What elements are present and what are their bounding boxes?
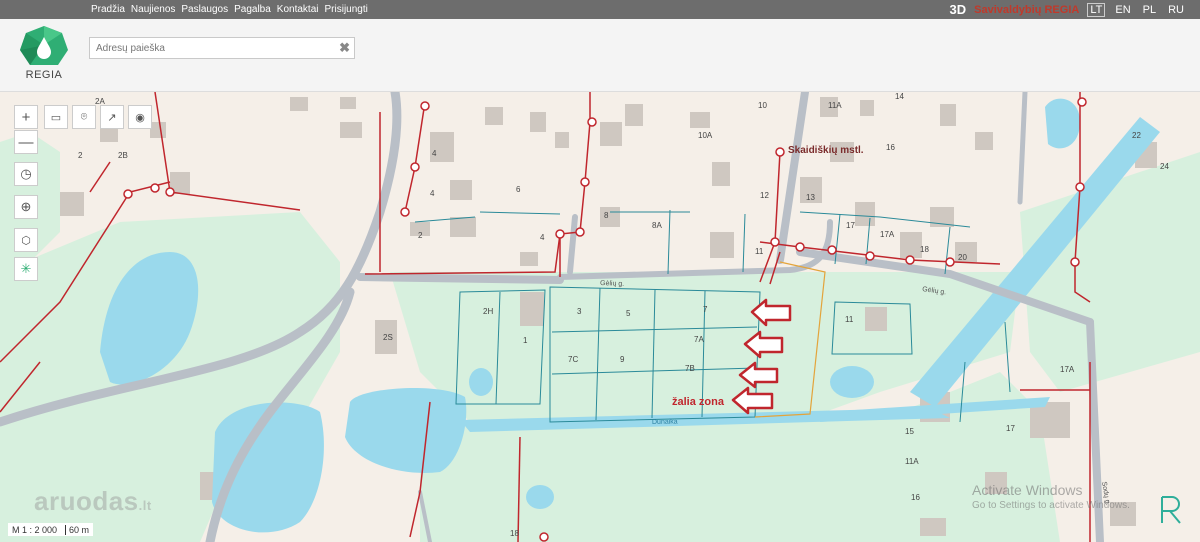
map-svg: 2A 2 2B 4 4 2 4 6 8 8A 10 10A 11 11A 12 … bbox=[0, 92, 1200, 542]
plot-7a-label: 7C bbox=[568, 355, 578, 364]
plot-7c-label: 5 bbox=[626, 309, 631, 318]
plot-4-label: 4 bbox=[430, 189, 435, 198]
plot-9-label: 7 bbox=[703, 305, 708, 314]
plot-19-label: 16 bbox=[911, 493, 920, 502]
plot-3-label: 2H bbox=[483, 307, 493, 316]
label-skaidiskiu: Skaidiškių mstl. bbox=[788, 145, 864, 156]
3d-button[interactable]: 3D bbox=[950, 2, 967, 17]
plot-2-north-label: 4 bbox=[432, 149, 437, 158]
locate-icon[interactable]: ⊕ bbox=[14, 195, 38, 219]
plot-2b-label: 2B bbox=[118, 151, 128, 160]
measure-icon[interactable]: ▭ bbox=[44, 105, 68, 129]
plot-10-label: 8 bbox=[604, 211, 609, 220]
header: REGIA ✖ bbox=[0, 19, 1200, 92]
search-clear-icon[interactable]: ✖ bbox=[339, 40, 350, 56]
polygon-icon[interactable]: ⬡ bbox=[14, 228, 38, 252]
plot-17-label: 14 bbox=[895, 92, 904, 101]
plot-5-label: 1 bbox=[523, 336, 528, 345]
regia-r-icon bbox=[1161, 496, 1181, 524]
plot-12-label: 11 bbox=[755, 247, 764, 256]
target-icon[interactable]: ◉ bbox=[128, 105, 152, 129]
plot-20-label: 17A bbox=[880, 230, 895, 239]
plot-17-south-label: 11A bbox=[905, 457, 919, 466]
plot-2s-label: 22 bbox=[1132, 131, 1141, 140]
plot-1f-label: 18 bbox=[510, 529, 519, 538]
zoom-out-button[interactable]: — bbox=[14, 130, 38, 154]
nav-item-naujienos[interactable]: Naujienos bbox=[131, 4, 175, 15]
logo-text: REGIA bbox=[25, 69, 63, 81]
layers-icon[interactable]: ✳ bbox=[14, 257, 38, 281]
plot-10a-label: 8A bbox=[652, 221, 662, 230]
plot-2-label: 2 bbox=[78, 151, 83, 160]
share-icon[interactable]: ↗ bbox=[100, 105, 124, 129]
plot-7b-label: 9 bbox=[620, 355, 625, 364]
plot-18-label: 17 bbox=[846, 221, 855, 230]
plot-16-label: 13 bbox=[806, 193, 815, 202]
plot-22-label: 18 bbox=[920, 245, 929, 254]
map-canvas[interactable]: 2A 2 2B 4 4 2 4 6 8 8A 10 10A 11 11A 12 … bbox=[0, 92, 1200, 542]
plot-6-label: 2 bbox=[418, 231, 423, 240]
plot-1-label: 2S bbox=[383, 333, 393, 342]
regia-logo[interactable]: REGIA bbox=[18, 25, 70, 87]
compass-icon[interactable]: ◷ bbox=[14, 162, 38, 186]
map-scale: M 1 : 2 000 60 m bbox=[8, 523, 94, 536]
plot-17a-label: 16 bbox=[886, 143, 895, 152]
plot-14-label: 12 bbox=[760, 191, 769, 200]
scale-ratio: M 1 : 2 000 bbox=[12, 524, 58, 535]
activate-windows-notice: Activate Windows Go to Settings to activ… bbox=[972, 482, 1130, 511]
location-pin-icon[interactable]: ⌾ bbox=[72, 105, 96, 129]
plot-16-south-label: 17 bbox=[1006, 424, 1015, 433]
main-nav: Pradžia Naujienos Paslaugos Pagalba Kont… bbox=[91, 0, 368, 19]
plot-11a-label: 10A bbox=[698, 131, 713, 140]
label-geliu-west: Gėlių g. bbox=[600, 280, 624, 288]
zoom-in-button[interactable]: + bbox=[14, 105, 38, 129]
lang-pl[interactable]: PL bbox=[1141, 4, 1158, 16]
label-dunaika: Dunaika bbox=[652, 419, 678, 426]
plot-11-south-label: 7A bbox=[694, 335, 704, 344]
plot-11a-south-label: 7B bbox=[685, 364, 695, 373]
brand-link[interactable]: Savivaldybių REGIA bbox=[974, 4, 1079, 16]
nav-item-kontaktai[interactable]: Kontaktai bbox=[277, 4, 319, 15]
address-search-input[interactable] bbox=[90, 38, 342, 59]
lang-lt[interactable]: LT bbox=[1087, 2, 1106, 17]
address-search: ✖ bbox=[89, 37, 355, 59]
plot-18-south-label: 17A bbox=[1060, 365, 1075, 374]
plot-11-label: 10 bbox=[758, 101, 767, 110]
nav-item-paslaugos[interactable]: Paslaugos bbox=[181, 4, 228, 15]
watermark-text: aruodas bbox=[34, 486, 139, 516]
lang-ru[interactable]: RU bbox=[1166, 4, 1186, 16]
plot-8-label: 4 bbox=[540, 233, 545, 242]
activate-title: Activate Windows bbox=[972, 482, 1083, 498]
activate-subtitle: Go to Settings to activate Windows. bbox=[972, 500, 1130, 511]
top-right-group: 3D Savivaldybių REGIA LT EN PL RU bbox=[950, 0, 1186, 19]
watermark-suffix: .lt bbox=[138, 498, 152, 513]
plot-17a-south-label: 15 bbox=[905, 427, 914, 436]
plot-15-label: 11 bbox=[845, 315, 854, 324]
nav-item-prisijungti[interactable]: Prisijungti bbox=[325, 4, 368, 15]
plot-2h-label: 24 bbox=[1160, 162, 1169, 171]
scale-bar: 60 m bbox=[65, 524, 89, 535]
plot-24-label: 20 bbox=[958, 253, 967, 262]
aruodas-watermark: aruodas.lt bbox=[34, 486, 152, 517]
lang-en[interactable]: EN bbox=[1113, 4, 1132, 16]
nav-item-pradzia[interactable]: Pradžia bbox=[91, 4, 125, 15]
regia-logo-icon bbox=[20, 26, 68, 65]
plot-8a-label: 6 bbox=[516, 185, 521, 194]
plot-7-label: 3 bbox=[577, 307, 582, 316]
top-nav-bar: Pradžia Naujienos Paslaugos Pagalba Kont… bbox=[0, 0, 1200, 19]
plot-13-label: 11A bbox=[828, 101, 842, 110]
label-zalia-zona: žalia zona bbox=[672, 396, 725, 408]
nav-item-pagalba[interactable]: Pagalba bbox=[234, 4, 271, 15]
